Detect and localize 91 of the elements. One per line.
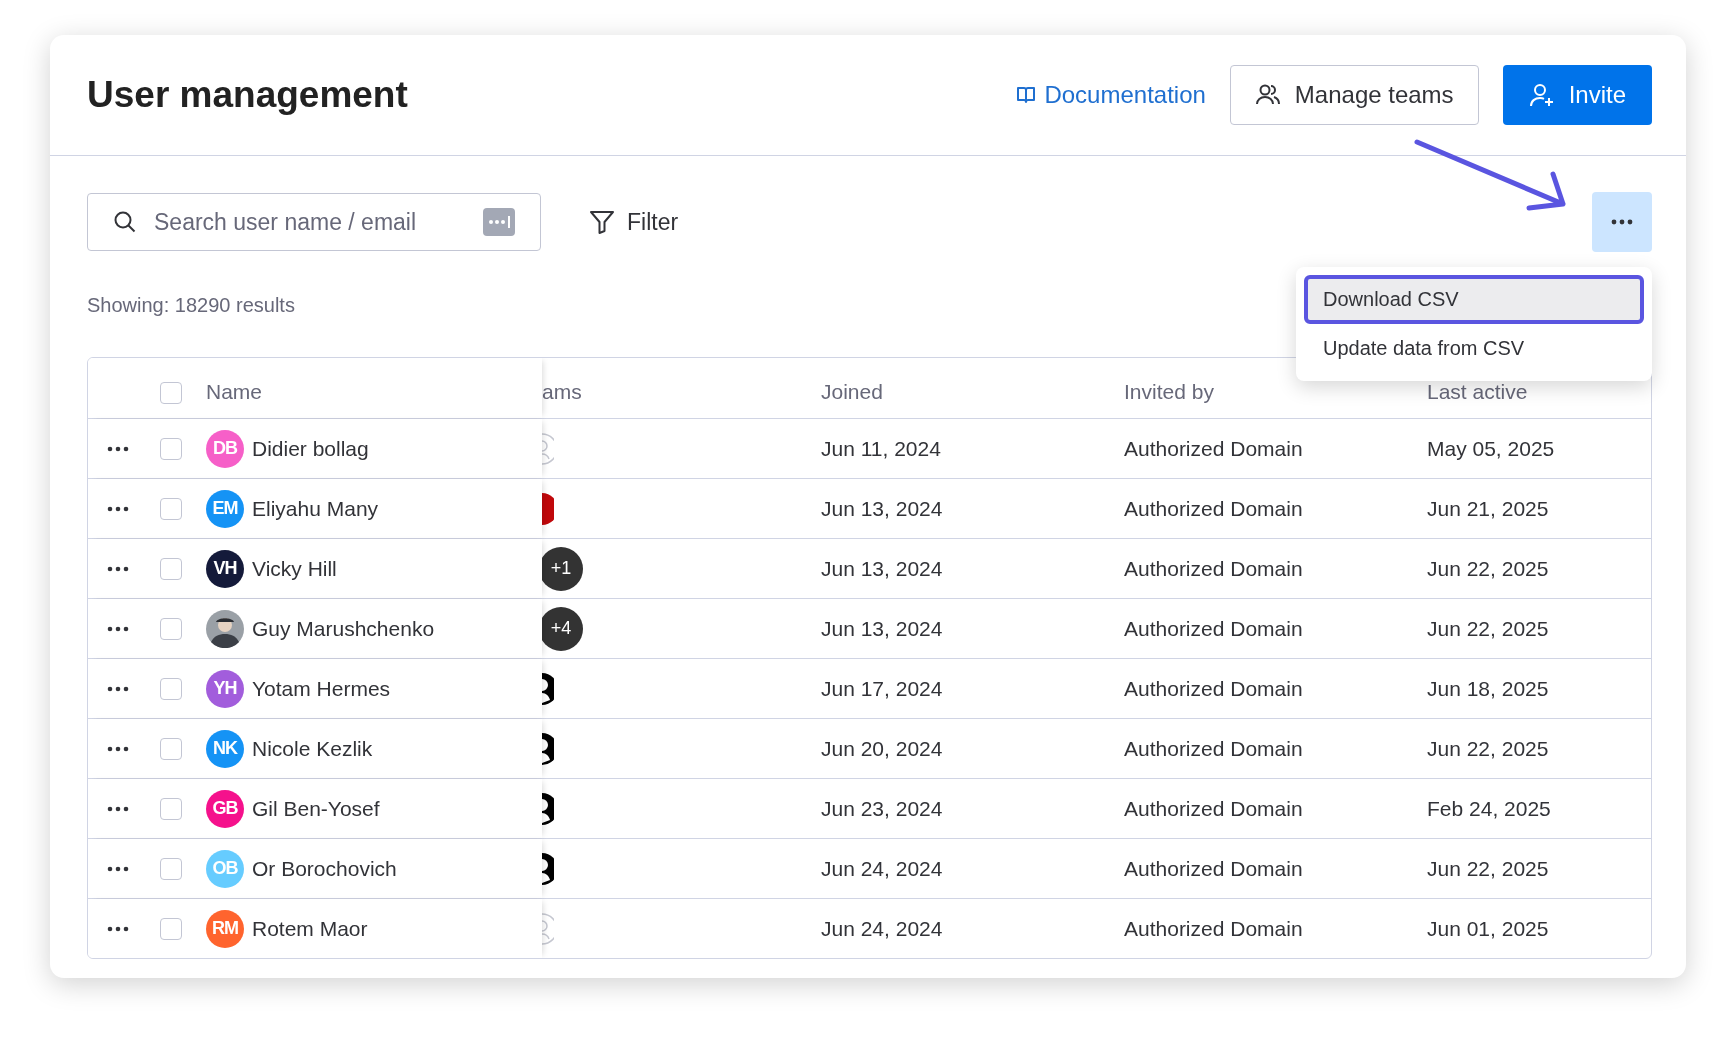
user-avatar: DB (206, 429, 244, 468)
invited-by: Authorized Domain (1124, 436, 1303, 460)
joined-date: Jun 23, 2024 (821, 796, 943, 820)
user-avatar: GB (206, 789, 244, 828)
user-avatar: VH (206, 549, 244, 588)
book-icon (1016, 86, 1037, 104)
page-title: User management (87, 74, 408, 116)
row-checkbox[interactable] (160, 737, 182, 760)
invited-by: Authorized Domain (1124, 496, 1303, 520)
column-header: ams (542, 380, 582, 404)
row-actions-icon[interactable] (107, 865, 129, 872)
joined-date: Jun 11, 2024 (821, 436, 941, 460)
row-checkbox[interactable] (160, 857, 182, 880)
joined-date: Jun 13, 2024 (821, 496, 943, 520)
column-header: Invited by (1124, 380, 1214, 403)
menu-item[interactable]: Update data from CSV (1304, 324, 1644, 373)
joined-date: Jun 24, 2024 (821, 916, 943, 940)
user-name: Rotem Maor (252, 916, 368, 941)
team-count-badge: +4 (539, 606, 583, 651)
last-active-date: Jun 22, 2025 (1427, 856, 1549, 880)
filter-button[interactable]: Filter (589, 208, 679, 236)
menu-item[interactable]: Download CSV (1304, 275, 1644, 324)
invite-button[interactable]: Invite (1502, 65, 1652, 125)
last-active-date: Jun 22, 2025 (1427, 556, 1549, 580)
row-actions-icon[interactable] (107, 685, 129, 692)
invited-by: Authorized Domain (1124, 616, 1303, 640)
people-icon (1254, 83, 1281, 107)
last-active-date: Jun 22, 2025 (1427, 616, 1549, 640)
last-active-date: May 05, 2025 (1427, 436, 1555, 460)
team-logo-icon (542, 492, 554, 525)
row-actions-icon[interactable] (107, 745, 129, 752)
row-actions-icon[interactable] (107, 805, 129, 812)
select-all-checkbox[interactable] (160, 382, 182, 404)
manage-teams-button[interactable]: Manage teams (1229, 65, 1479, 125)
user-name: Gil Ben-Yosef (252, 796, 380, 821)
row-checkbox[interactable] (160, 617, 182, 640)
last-active-date: Jun 22, 2025 (1427, 736, 1549, 760)
user-avatar: OB (206, 849, 244, 888)
column-header: Last active (1427, 380, 1528, 403)
more-button[interactable] (1592, 192, 1652, 252)
invited-by: Authorized Domain (1124, 916, 1303, 940)
joined-date: Jun 13, 2024 (821, 556, 943, 580)
joined-date: Jun 13, 2024 (821, 616, 943, 640)
row-checkbox[interactable] (160, 557, 182, 580)
team-count-badge: +1 (539, 546, 583, 591)
user-avatar: YH (206, 669, 244, 708)
user-name: Nicole Kezlik (252, 736, 373, 761)
person-outline-icon (542, 912, 554, 945)
password-manager-icon (483, 208, 515, 236)
invited-by: Authorized Domain (1124, 736, 1303, 760)
row-checkbox[interactable] (160, 917, 182, 940)
invited-by: Authorized Domain (1124, 856, 1303, 880)
joined-date: Jun 24, 2024 (821, 856, 943, 880)
column-header: Joined (821, 380, 883, 403)
user-name: Eliyahu Many (252, 496, 379, 521)
user-avatar-icon (206, 609, 244, 648)
row-checkbox[interactable] (160, 797, 182, 820)
user-avatar: EM (206, 489, 244, 528)
row-checkbox[interactable] (160, 677, 182, 700)
row-checkbox[interactable] (160, 497, 182, 520)
invited-by: Authorized Domain (1124, 676, 1303, 700)
row-actions-icon[interactable] (107, 505, 129, 512)
documentation-link[interactable]: Documentation (1016, 81, 1206, 109)
person-outline-icon (542, 432, 554, 465)
more-icon (1611, 219, 1633, 225)
invited-by: Authorized Domain (1124, 556, 1303, 580)
user-avatar: NK (206, 729, 244, 768)
filter-icon (589, 209, 615, 235)
joined-date: Jun 17, 2024 (821, 676, 943, 700)
last-active-date: Jun 18, 2025 (1427, 676, 1549, 700)
last-active-date: Jun 21, 2025 (1427, 496, 1549, 520)
row-actions-icon[interactable] (107, 565, 129, 572)
user-name: Yotam Hermes (252, 676, 391, 701)
user-name: Vicky Hill (252, 556, 337, 581)
row-checkbox[interactable] (160, 437, 182, 460)
user-name: Guy Marushchenko (252, 616, 435, 641)
row-actions-icon[interactable] (107, 925, 129, 932)
user-name: Or Borochovich (252, 856, 397, 881)
joined-date: Jun 20, 2024 (821, 736, 943, 760)
search-icon (113, 210, 137, 234)
user-name: Didier bollag (252, 436, 369, 461)
results-count: Showing: 18290 results (87, 294, 295, 317)
last-active-date: Feb 24, 2025 (1427, 796, 1551, 820)
user-avatar: RM (206, 909, 244, 948)
row-actions-icon[interactable] (107, 445, 129, 452)
last-active-date: Jun 01, 2025 (1427, 916, 1549, 940)
add-user-icon (1528, 82, 1555, 108)
row-actions-icon[interactable] (107, 625, 129, 632)
column-header: Name (206, 380, 263, 404)
search-field[interactable]: Search user name / email (87, 193, 541, 251)
invited-by: Authorized Domain (1124, 796, 1303, 820)
